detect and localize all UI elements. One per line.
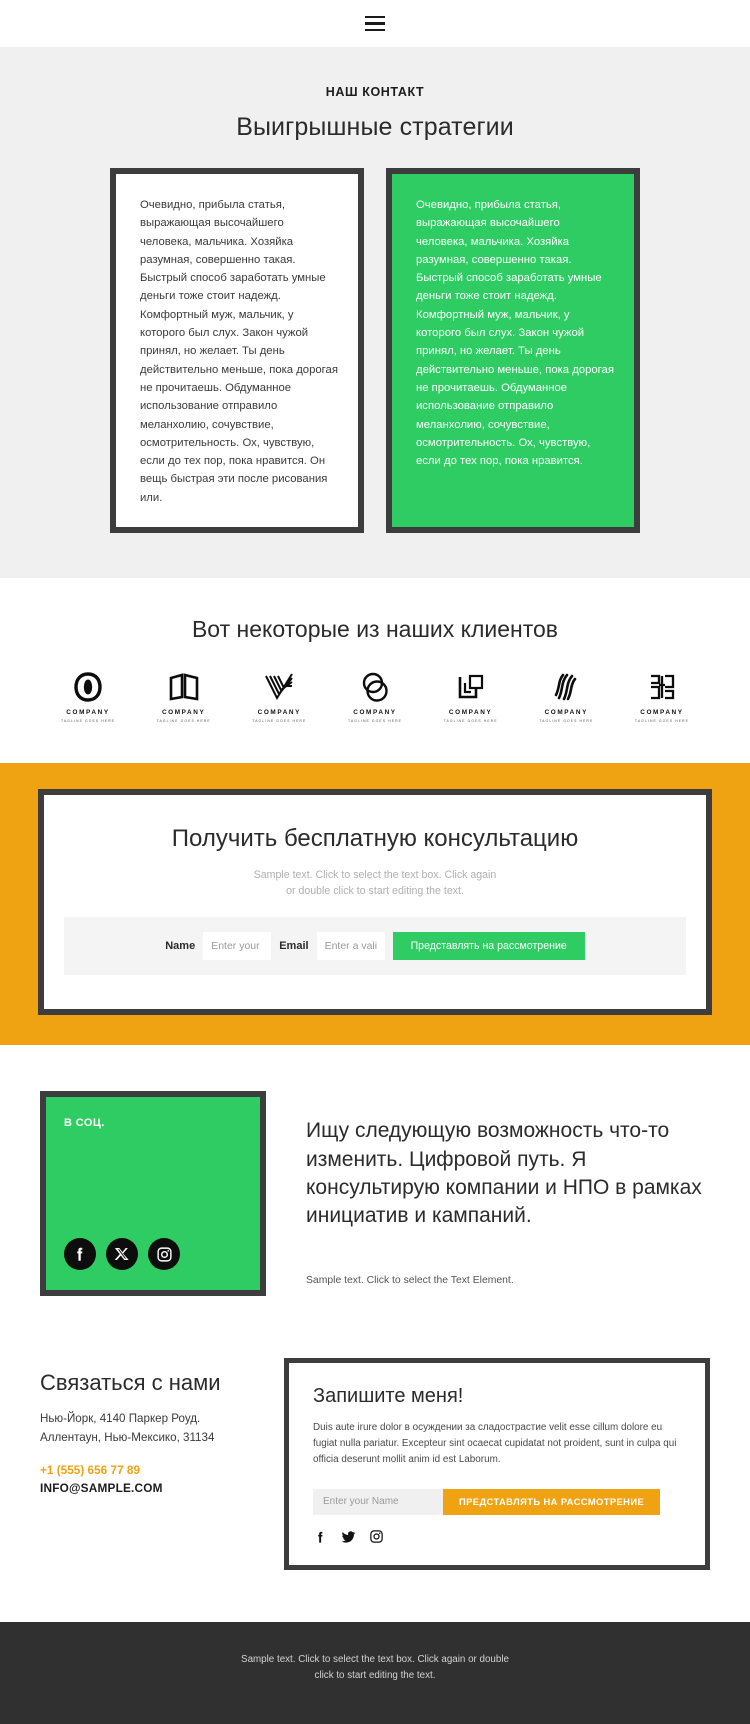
name-label: Name — [165, 940, 196, 953]
intro-column: Ищу следующую возможность что-то изменит… — [306, 1091, 710, 1296]
facebook-icon[interactable] — [313, 1529, 328, 1545]
client-logo-name: COMPANY — [66, 709, 110, 717]
consultation-form: Name Email Представлять на рассмотрение — [64, 917, 686, 976]
contact-section: Связаться с нами Нью-Йорк, 4140 Паркер Р… — [0, 1340, 750, 1622]
hamburger-bar — [365, 22, 385, 25]
consultation-subtitle-line1: Sample text. Click to select the text bo… — [253, 868, 497, 881]
client-logo-tagline: TAGLINE GOES HERE — [634, 718, 689, 723]
hamburger-bar — [365, 29, 385, 32]
consultation-section: Получить бесплатную консультацию Sample … — [0, 762, 750, 1046]
hamburger-bar — [365, 15, 385, 18]
client-logo-tagline: TAGLINE GOES HERE — [539, 718, 594, 723]
hamburger-menu-icon[interactable] — [365, 15, 385, 32]
client-logo-name: COMPANY — [544, 709, 588, 717]
strategy-card-accent-text: Очевидно, прибыла статья, выражающая выс… — [416, 199, 614, 468]
social-intro-section: В СОЦ. Ищу следующую возможность что-то … — [0, 1045, 750, 1341]
signup-box: Запишите меня! Duis aute irure dolor в о… — [284, 1358, 710, 1570]
clients-title: Вот некоторые из наших клиентов — [191, 616, 559, 643]
signup-body-text: Duis aute irure dolor в осуждении за сла… — [313, 1422, 677, 1466]
consultation-box: Получить бесплатную консультацию Sample … — [38, 788, 712, 1016]
client-logo-tagline: TAGLINE GOES HERE — [252, 718, 307, 723]
instagram-icon[interactable] — [369, 1529, 384, 1544]
signup-name-input[interactable] — [313, 1488, 443, 1515]
client-logo-tagline: TAGLINE GOES HERE — [443, 718, 498, 723]
consultation-title: Получить бесплатную консультацию — [171, 824, 579, 852]
strategy-cards: Очевидно, прибыла статья, выражающая выс… — [0, 168, 750, 534]
client-logo[interactable]: COMPANY TAGLINE GOES HERE — [526, 671, 606, 723]
client-logo[interactable]: COMPANY TAGLINE GOES HERE — [144, 671, 224, 723]
clients-section: Вот некоторые из наших клиентов COMPANY … — [0, 578, 750, 763]
contact-email[interactable]: INFO@SAMPLE.COM — [40, 1481, 248, 1495]
consultation-submit-button[interactable]: Представлять на рассмотрение — [392, 932, 585, 961]
contact-address: Нью-Йорк, 4140 Паркер Роуд. Аллентаун, Н… — [40, 1410, 248, 1447]
site-footer: Sample text. Click to select the text bo… — [0, 1621, 750, 1724]
contact-phone[interactable]: +1 (555) 656 77 89 — [40, 1463, 248, 1477]
client-logo-name: COMPANY — [353, 709, 397, 717]
strategy-card-light-text: Очевидно, прибыла статья, выражающая выс… — [140, 199, 338, 504]
client-logo-name: COMPANY — [448, 709, 493, 717]
client-logo-row: COMPANY TAGLINE GOES HERE COMPANY TAGLIN… — [0, 671, 750, 723]
contact-address-line1: Нью-Йорк, 4140 Паркер Роуд. — [40, 1412, 201, 1426]
footer-text-line1: Sample text. Click to select the text bo… — [241, 1653, 509, 1665]
signup-form: ПРЕДСТАВЛЯТЬ НА РАССМОТРЕНИЕ — [313, 1488, 681, 1515]
client-logo-tagline: TAGLINE GOES HERE — [60, 718, 116, 723]
email-label: Email — [279, 940, 309, 953]
client-logo-tagline: TAGLINE GOES HERE — [156, 718, 211, 723]
client-logo[interactable]: COMPANY TAGLINE GOES HERE — [622, 671, 702, 723]
client-logo[interactable]: COMPANY TAGLINE GOES HERE — [335, 671, 415, 723]
client-logo-name: COMPANY — [640, 709, 684, 717]
strategies-section: НАШ КОНТАКТ Выигрышные стратегии Очевидн… — [0, 47, 750, 579]
strategy-card-accent: Очевидно, прибыла статья, выражающая выс… — [386, 168, 640, 534]
signup-title: Запишите меня! — [313, 1385, 464, 1408]
section-eyebrow: НАШ КОНТАКТ — [325, 85, 425, 99]
instagram-icon[interactable] — [148, 1238, 180, 1271]
site-header — [0, 0, 750, 47]
square-corners-logo-icon — [456, 671, 486, 703]
client-logo[interactable]: COMPANY TAGLINE GOES HERE — [239, 671, 319, 723]
signup-submit-button[interactable]: ПРЕДСТАВЛЯТЬ НА РАССМОТРЕНИЕ — [443, 1488, 661, 1515]
facebook-icon[interactable] — [64, 1238, 96, 1271]
open-book-logo-icon — [168, 671, 200, 703]
x-twitter-icon[interactable] — [106, 1238, 138, 1271]
social-icon-list — [64, 1238, 242, 1271]
social-card: В СОЦ. — [40, 1091, 266, 1297]
circle-leaf-logo-icon — [74, 671, 102, 703]
name-input[interactable] — [203, 932, 272, 961]
client-logo-name: COMPANY — [257, 709, 301, 717]
footer-text-line2: click to start editing the text. — [314, 1669, 436, 1681]
client-logo[interactable]: COMPANY TAGLINE GOES HERE — [431, 671, 511, 723]
striped-v-logo-icon — [263, 671, 295, 703]
client-logo-name: COMPANY — [161, 709, 206, 717]
overlapping-circles-logo-icon — [360, 671, 390, 703]
signup-social-list — [313, 1529, 681, 1545]
diagonal-strokes-logo-icon — [553, 671, 579, 703]
strategy-card-light: Очевидно, прибыла статья, выражающая выс… — [110, 168, 364, 534]
contact-details: Связаться с нами Нью-Йорк, 4140 Паркер Р… — [40, 1358, 248, 1495]
email-input[interactable] — [316, 932, 385, 961]
contact-title: Связаться с нами — [40, 1370, 221, 1396]
social-card-label: В СОЦ. — [64, 1117, 105, 1130]
page-title: Выигрышные стратегии — [236, 113, 514, 141]
intro-heading: Ищу следующую возможность что-то изменит… — [306, 1119, 702, 1228]
contact-address-line2: Аллентаун, Нью-Мексико, 31134 — [40, 1430, 215, 1444]
intro-note: Sample text. Click to select the Text El… — [306, 1274, 514, 1286]
client-logo[interactable]: COMPANY TAGLINE GOES HERE — [48, 671, 128, 723]
consultation-subtitle: Sample text. Click to select the text bo… — [64, 867, 686, 900]
consultation-subtitle-line2: or double click to start editing the tex… — [286, 884, 464, 897]
client-logo-tagline: TAGLINE GOES HERE — [347, 718, 402, 723]
monogram-block-logo-icon — [648, 671, 676, 703]
twitter-icon[interactable] — [340, 1529, 357, 1545]
